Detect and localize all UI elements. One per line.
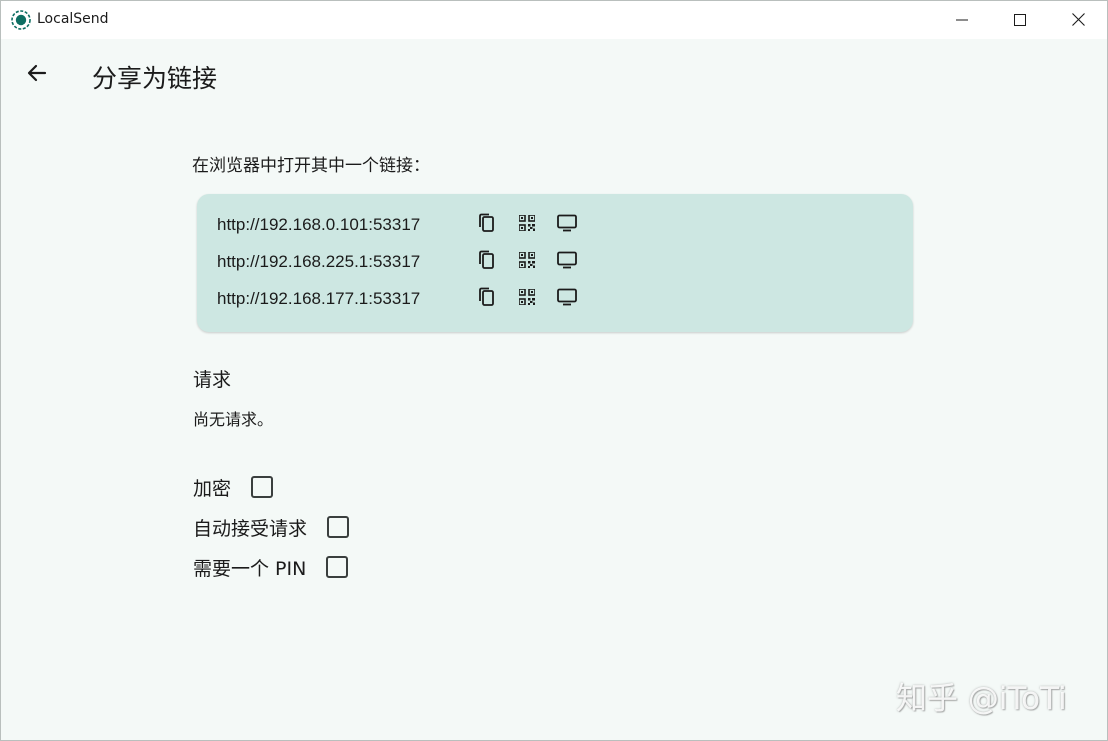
monitor-icon	[557, 214, 577, 236]
minimize-button[interactable]	[933, 1, 991, 39]
link-row: http://192.168.177.1:53317	[217, 284, 587, 314]
arrow-left-icon	[25, 61, 49, 89]
show-qr-code-button[interactable]	[507, 247, 547, 277]
encrypt-option: 加密	[193, 472, 274, 502]
localsend-window: LocalSend 分享为链接 在浏览器中打开其中一个链接： http://19…	[0, 0, 1108, 741]
require-pin-label: 需要一个 PIN	[193, 557, 307, 580]
link-url[interactable]: http://192.168.177.1:53317	[217, 289, 467, 309]
requests-title: 请求	[193, 369, 232, 391]
maximize-icon	[1014, 11, 1026, 30]
close-icon	[1071, 11, 1085, 30]
link-url[interactable]: http://192.168.0.101:53317	[217, 215, 467, 235]
open-in-browser-button[interactable]	[547, 284, 587, 314]
qr-code-icon	[518, 251, 536, 272]
maximize-button[interactable]	[991, 1, 1049, 39]
auto-accept-checkbox[interactable]	[327, 516, 350, 538]
copy-link-button[interactable]	[467, 284, 507, 314]
link-row: http://192.168.0.101:53317	[217, 210, 587, 240]
copy-icon	[478, 250, 496, 274]
no-requests-text: 尚无请求。	[193, 410, 274, 429]
encrypt-checkbox[interactable]	[251, 476, 274, 498]
watermark: 知乎 @iToTi	[896, 681, 1067, 717]
link-row: http://192.168.225.1:53317	[217, 247, 587, 277]
copy-link-button[interactable]	[467, 210, 507, 240]
show-qr-code-button[interactable]	[507, 284, 547, 314]
minimize-icon	[956, 11, 968, 30]
link-url[interactable]: http://192.168.225.1:53317	[217, 252, 467, 272]
links-heading: 在浏览器中打开其中一个链接：	[192, 156, 430, 176]
copy-icon	[478, 287, 496, 311]
back-button[interactable]	[17, 55, 57, 95]
qr-code-icon	[518, 214, 536, 235]
open-in-browser-button[interactable]	[547, 247, 587, 277]
require-pin-option: 需要一个 PIN	[193, 552, 349, 582]
show-qr-code-button[interactable]	[507, 210, 547, 240]
auto-accept-option: 自动接受请求	[193, 512, 350, 542]
qr-code-icon	[518, 288, 536, 309]
links-card: http://192.168.0.101:53317 http://192.16…	[197, 194, 913, 332]
copy-icon	[478, 213, 496, 237]
auto-accept-label: 自动接受请求	[193, 517, 308, 540]
monitor-icon	[557, 251, 577, 273]
open-in-browser-button[interactable]	[547, 210, 587, 240]
encrypt-label: 加密	[193, 477, 232, 500]
localsend-logo-icon	[11, 10, 31, 30]
page-title: 分享为链接	[92, 64, 218, 93]
window-title: LocalSend	[37, 11, 109, 27]
title-bar: LocalSend	[1, 1, 1107, 39]
copy-link-button[interactable]	[467, 247, 507, 277]
monitor-icon	[557, 288, 577, 310]
close-button[interactable]	[1049, 1, 1107, 39]
require-pin-checkbox[interactable]	[326, 556, 349, 578]
